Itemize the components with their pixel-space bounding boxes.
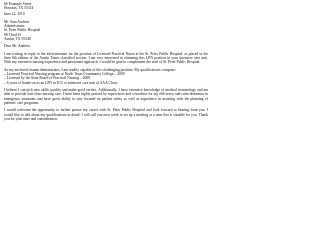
qualifications-list: Licensed Practical Nursing program at No… <box>4 72 208 85</box>
paragraph-intro: I am writing in reply to the advertiseme… <box>4 52 208 65</box>
recipient-address: Mr. Sara Andrew Administrator St. Peter … <box>4 20 208 41</box>
sender-address: 66 Example Street Houston, TX 55314 <box>4 2 208 10</box>
paragraph-closing: I would welcome the opportunity to furth… <box>4 108 208 121</box>
cover-letter-page: 66 Example Street Houston, TX 55314 June… <box>0 0 214 236</box>
paragraph-skills: I believe I can pick new skills quickly … <box>4 88 208 105</box>
